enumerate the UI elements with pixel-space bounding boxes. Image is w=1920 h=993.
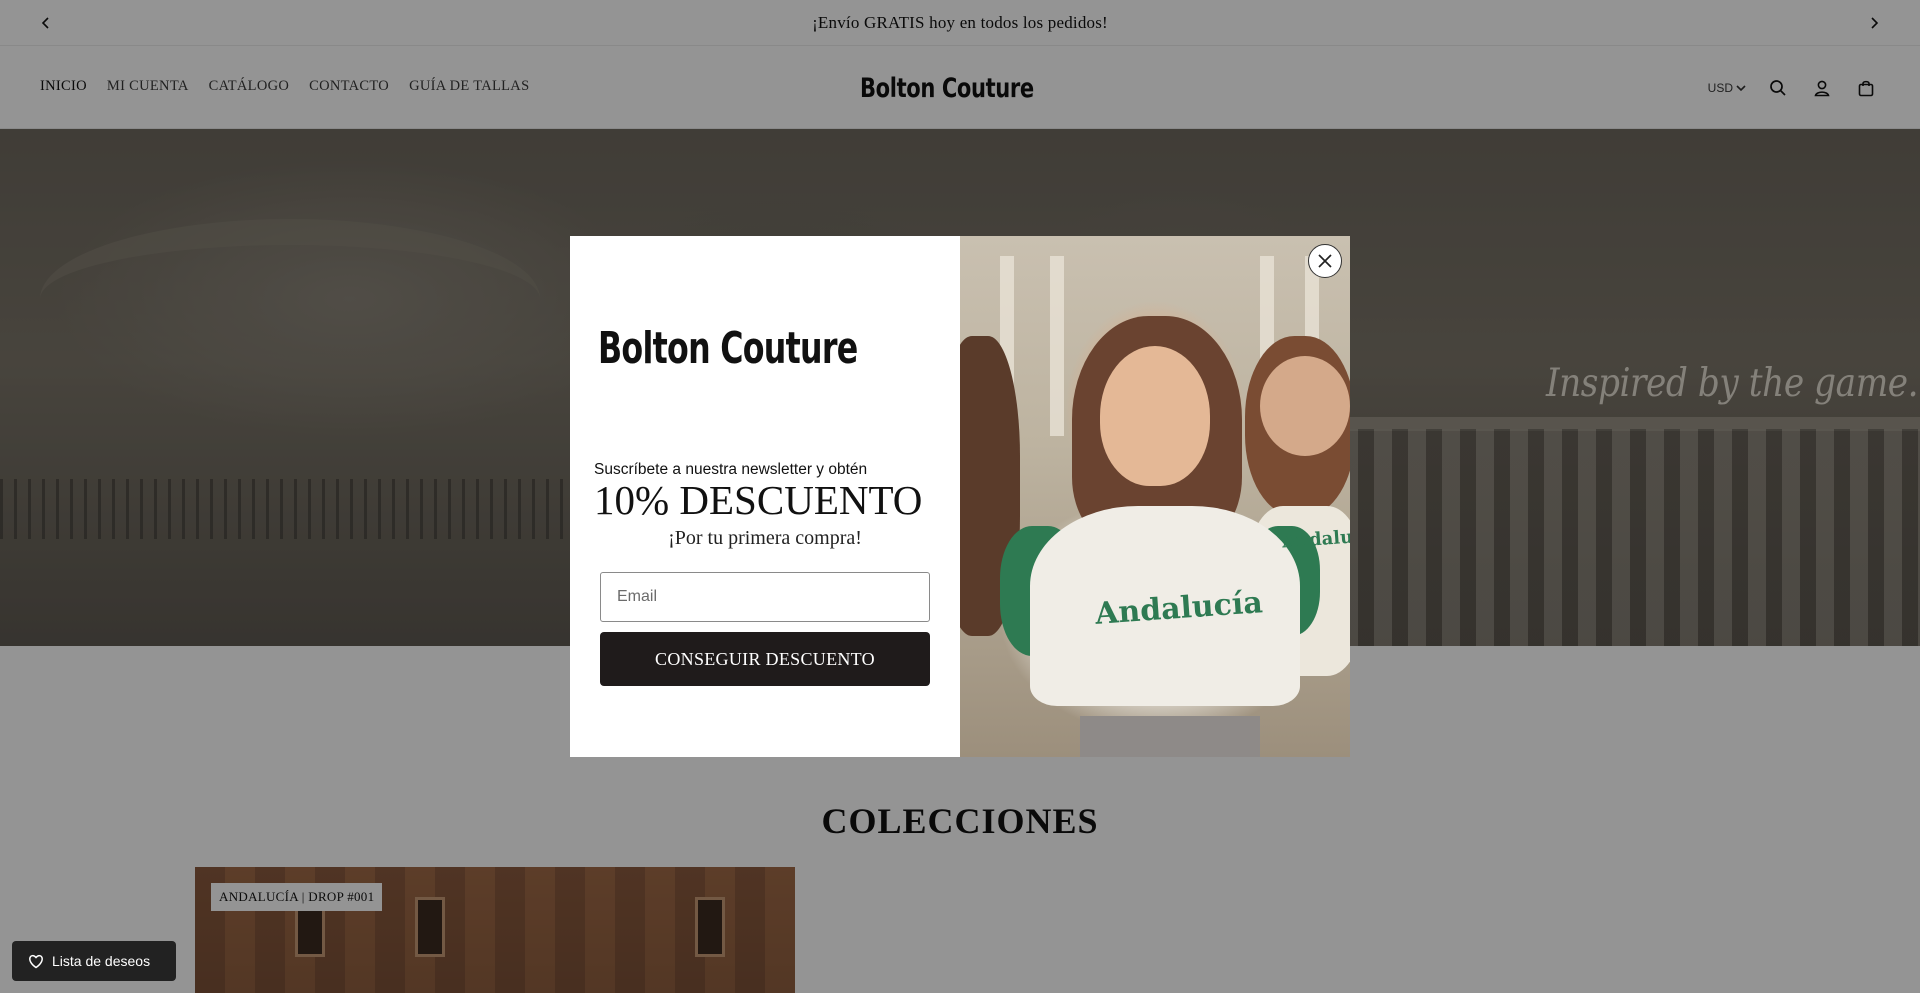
popup-brand-name: Bolton Couture [598, 322, 858, 374]
photo-jeans [1080, 716, 1260, 757]
popup-form-panel: Bolton Couture Suscríbete a nuestra news… [570, 236, 960, 757]
get-discount-button[interactable]: CONSEGUIR DESCUENTO [600, 632, 930, 686]
photo-column [1050, 256, 1064, 436]
photo-person-center-face [1100, 346, 1210, 486]
wishlist-label: Lista de deseos [52, 953, 151, 969]
popup-brand-logo: Bolton Couture [594, 296, 934, 400]
popup-first-purchase: ¡Por tu primera compra! [668, 527, 862, 549]
newsletter-popup: Bolton Couture Suscríbete a nuestra news… [570, 236, 1350, 757]
email-field[interactable] [600, 572, 930, 622]
popup-photo: Andalucía Andalucía [960, 236, 1350, 757]
photo-person-right-face [1260, 356, 1350, 456]
popup-headline: 10% DESCUENTO [594, 477, 923, 523]
popup-close-button[interactable] [1308, 244, 1342, 278]
close-icon [1318, 254, 1332, 268]
heart-icon [29, 954, 43, 968]
wishlist-button[interactable]: Lista de deseos [12, 941, 176, 981]
